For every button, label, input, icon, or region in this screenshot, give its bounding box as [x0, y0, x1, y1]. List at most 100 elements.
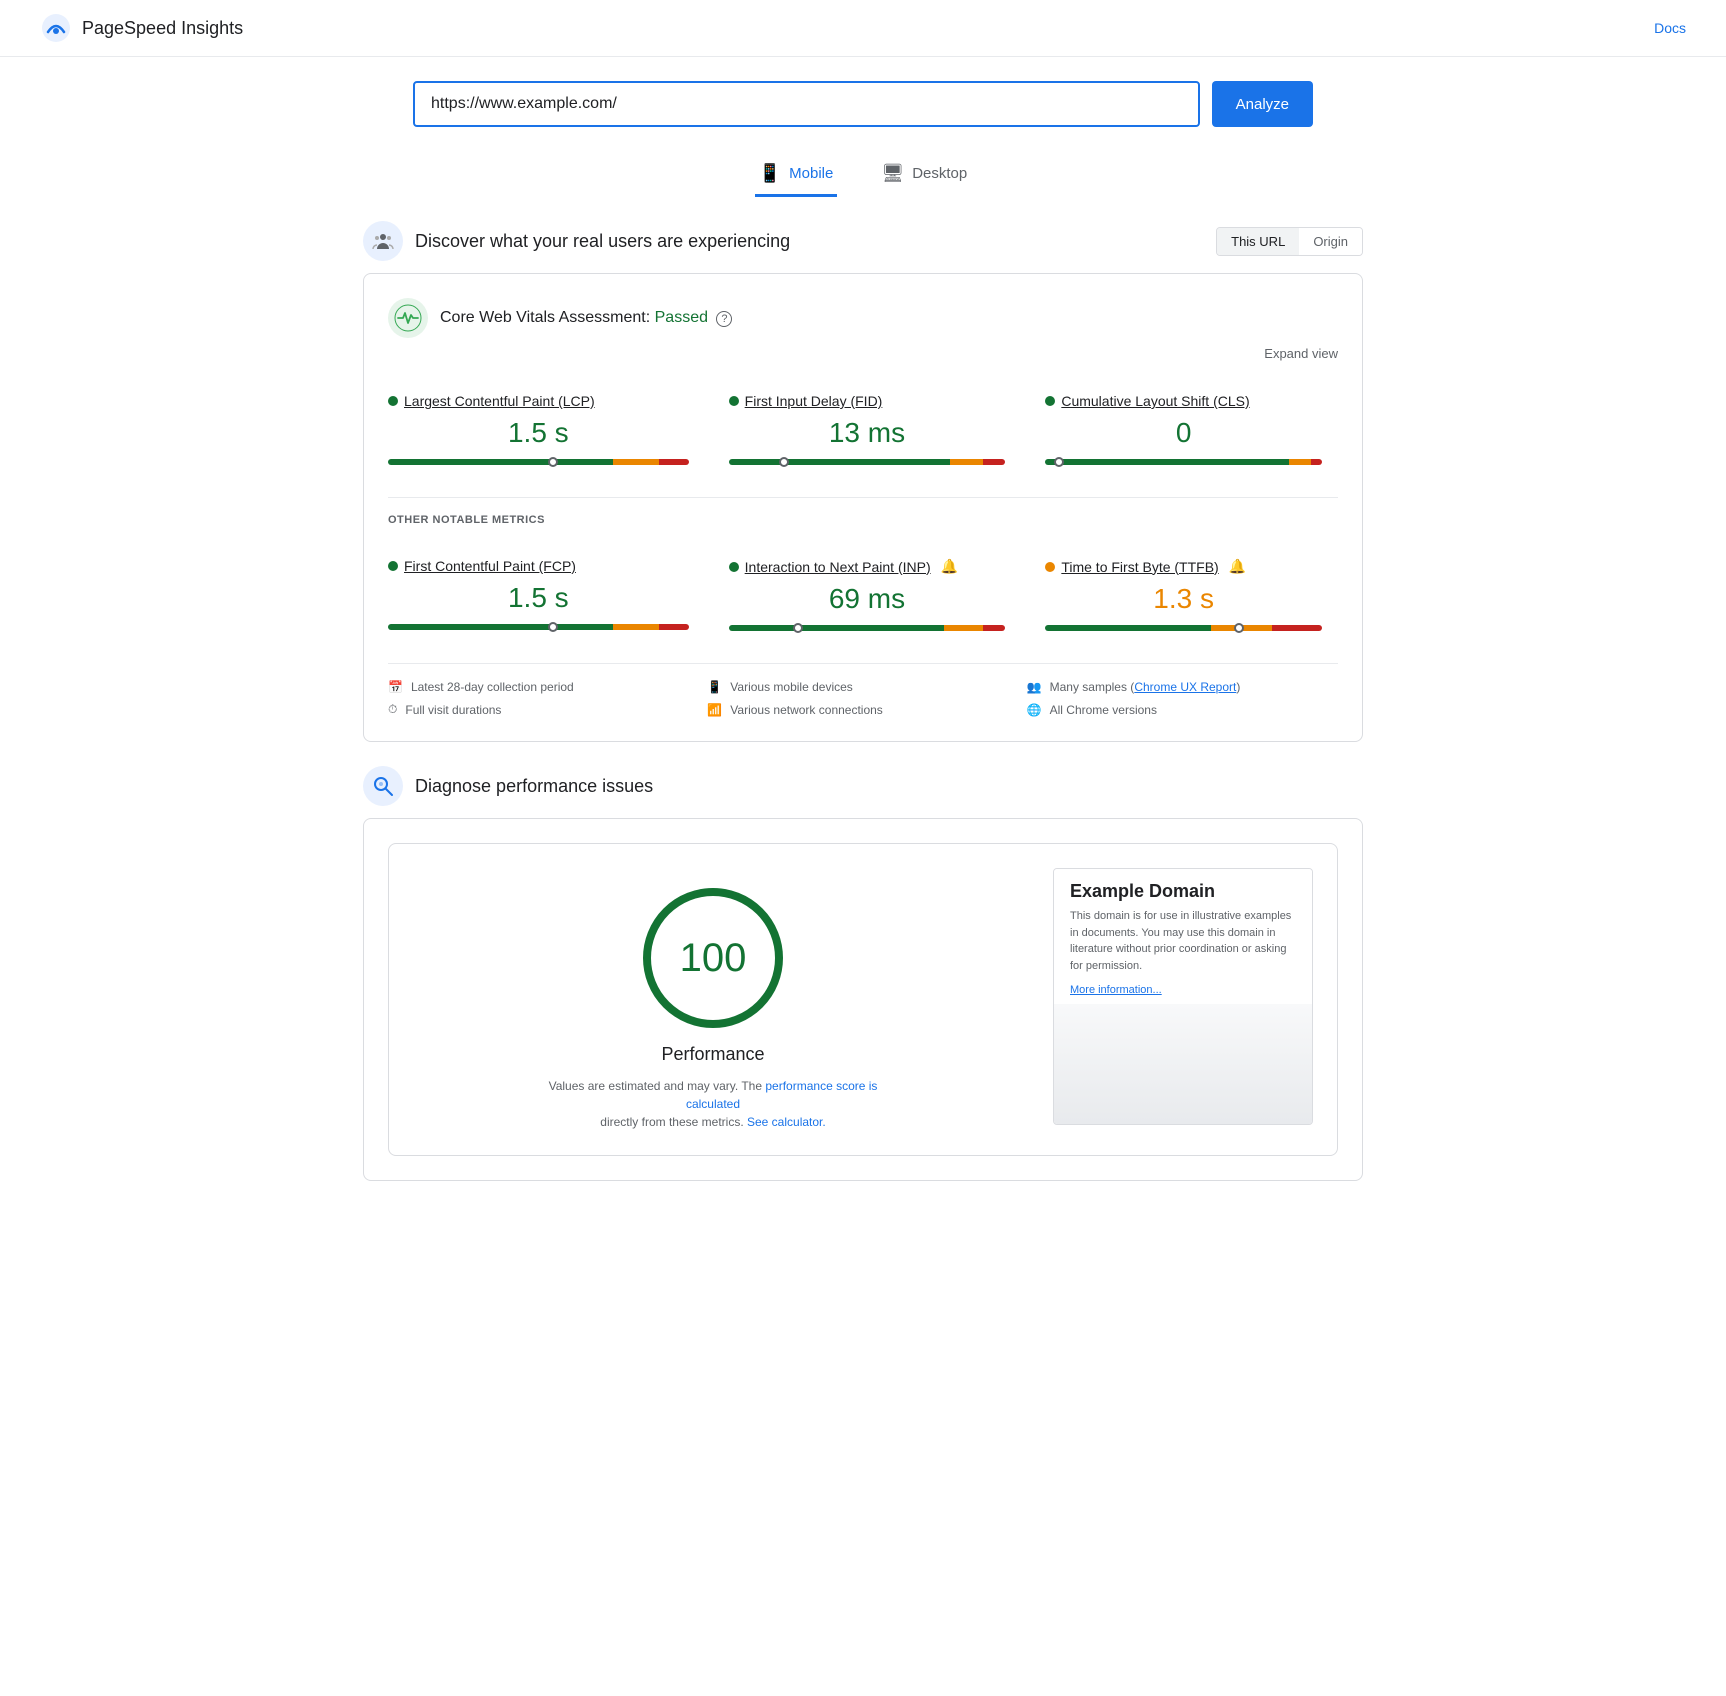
- mobile-icon: 📱: [759, 163, 781, 184]
- ttfb-seg-good: [1045, 625, 1211, 631]
- inp-seg-ok: [944, 625, 983, 631]
- calendar-icon: 📅: [388, 680, 403, 694]
- docs-link[interactable]: Docs: [1654, 20, 1686, 36]
- fcp-status-dot: [388, 561, 398, 571]
- chrome-ux-report-link[interactable]: Chrome UX Report: [1134, 680, 1236, 694]
- score-label: Performance: [661, 1044, 764, 1065]
- real-users-title-group: Discover what your real users are experi…: [363, 221, 790, 261]
- lcp-bar: [388, 459, 689, 465]
- cwv-card: Core Web Vitals Assessment: Passed ? Exp…: [363, 273, 1363, 742]
- devices-icon: 📱: [707, 680, 722, 694]
- metric-cls: Cumulative Layout Shift (CLS) 0: [1021, 377, 1338, 481]
- cls-name[interactable]: Cumulative Layout Shift (CLS): [1061, 393, 1249, 409]
- tab-mobile-label: Mobile: [789, 165, 833, 182]
- ttfb-value: 1.3 s: [1045, 583, 1322, 615]
- screenshot-card: Example Domain This domain is for use in…: [1053, 868, 1313, 1125]
- screenshot-more-link[interactable]: More information...: [1070, 984, 1162, 996]
- tab-mobile[interactable]: 📱 Mobile: [755, 155, 838, 197]
- lcp-seg-ok: [613, 459, 658, 465]
- ttfb-marker: [1234, 623, 1244, 633]
- inp-label: Interaction to Next Paint (INP) 🔔: [729, 558, 1006, 575]
- expand-view-link[interactable]: Expand view: [388, 346, 1338, 361]
- lcp-seg-poor: [659, 459, 689, 465]
- cls-label: Cumulative Layout Shift (CLS): [1045, 393, 1322, 409]
- diagnose-title-group: Diagnose performance issues: [363, 766, 653, 806]
- cls-status-dot: [1045, 396, 1055, 406]
- samples-text: Many samples (Chrome UX Report): [1050, 680, 1241, 694]
- info-chrome-versions: 🌐 All Chrome versions: [1027, 702, 1338, 717]
- perf-right: Example Domain This domain is for use in…: [1053, 868, 1313, 1125]
- lcp-status-dot: [388, 396, 398, 406]
- ttfb-label: Time to First Byte (TTFB) 🔔: [1045, 558, 1322, 575]
- toggle-this-url[interactable]: This URL: [1217, 228, 1299, 255]
- visit-duration-text: Full visit durations: [405, 703, 501, 717]
- real-users-title: Discover what your real users are experi…: [415, 231, 790, 252]
- info-devices: 📱 Various mobile devices: [707, 680, 1018, 694]
- tab-desktop[interactable]: 🖥 Desktop: [877, 155, 971, 197]
- cwv-status: Passed: [655, 309, 708, 326]
- ttfb-status-dot: [1045, 562, 1055, 572]
- metric-inp: Interaction to Next Paint (INP) 🔔 69 ms: [705, 542, 1022, 647]
- ttfb-seg-poor: [1272, 625, 1322, 631]
- chrome-icon: 🌐: [1027, 703, 1042, 717]
- fid-seg-good: [729, 459, 950, 465]
- metrics-divider: [388, 497, 1338, 498]
- main-metrics-grid: Largest Contentful Paint (LCP) 1.5 s Fir…: [388, 377, 1338, 481]
- metric-fid: First Input Delay (FID) 13 ms: [705, 377, 1022, 481]
- fcp-seg-ok: [613, 624, 658, 630]
- fcp-bar: [388, 624, 689, 630]
- fcp-name[interactable]: First Contentful Paint (FCP): [404, 558, 576, 574]
- analyze-button[interactable]: Analyze: [1212, 81, 1313, 127]
- screenshot-text: This domain is for use in illustrative e…: [1070, 908, 1296, 974]
- score-circle: 100: [643, 888, 783, 1028]
- main-content: Discover what your real users are experi…: [323, 221, 1403, 1245]
- inp-name[interactable]: Interaction to Next Paint (INP): [745, 559, 931, 575]
- device-tabs: 📱 Mobile 🖥 Desktop: [0, 155, 1726, 197]
- lcp-value: 1.5 s: [388, 417, 689, 449]
- inp-progress-track: [729, 625, 1006, 631]
- fid-name[interactable]: First Input Delay (FID): [745, 393, 883, 409]
- chrome-text: All Chrome versions: [1050, 703, 1157, 717]
- inp-status-dot: [729, 562, 739, 572]
- diagnose-header: Diagnose performance issues: [363, 766, 1363, 806]
- real-users-icon: [363, 221, 403, 261]
- screenshot-title: Example Domain: [1070, 881, 1296, 902]
- cls-seg-poor: [1311, 459, 1322, 465]
- page-header: PageSpeed Insights Docs: [0, 0, 1726, 57]
- lcp-label: Largest Contentful Paint (LCP): [388, 393, 689, 409]
- fcp-seg-poor: [659, 624, 689, 630]
- calculator-link[interactable]: See calculator.: [747, 1115, 826, 1129]
- lcp-name[interactable]: Largest Contentful Paint (LCP): [404, 393, 595, 409]
- lcp-progress-track: [388, 459, 689, 465]
- fcp-progress-track: [388, 624, 689, 630]
- other-metrics-grid: First Contentful Paint (FCP) 1.5 s Inter…: [388, 542, 1338, 647]
- fid-progress-track: [729, 459, 1006, 465]
- fid-seg-poor: [983, 459, 1005, 465]
- inp-seg-good: [729, 625, 945, 631]
- pagespeed-logo-icon: [40, 12, 72, 44]
- users-icon: [371, 229, 395, 253]
- toggle-origin[interactable]: Origin: [1299, 228, 1362, 255]
- inp-bar: [729, 625, 1006, 631]
- inp-seg-poor: [983, 625, 1005, 631]
- network-text: Various network connections: [730, 703, 883, 717]
- cls-seg-good: [1045, 459, 1288, 465]
- ttfb-name[interactable]: Time to First Byte (TTFB): [1061, 559, 1218, 575]
- cwv-header: Core Web Vitals Assessment: Passed ?: [388, 298, 1338, 338]
- url-origin-toggle[interactable]: This URL Origin: [1216, 227, 1363, 256]
- timer-icon: ⏱: [388, 702, 397, 717]
- search-section: Analyze: [0, 57, 1726, 147]
- real-users-header: Discover what your real users are experi…: [363, 221, 1363, 261]
- screenshot-header: Example Domain This domain is for use in…: [1054, 869, 1312, 1004]
- lcp-seg-good: [388, 459, 613, 465]
- tab-desktop-label: Desktop: [912, 165, 967, 182]
- diagnose-title: Diagnose performance issues: [415, 776, 653, 797]
- devices-text: Various mobile devices: [730, 680, 853, 694]
- search-row: Analyze: [413, 81, 1313, 127]
- url-input[interactable]: [413, 81, 1200, 127]
- fid-label: First Input Delay (FID): [729, 393, 1006, 409]
- cwv-help-icon[interactable]: ?: [716, 311, 732, 327]
- wifi-icon: 📶: [707, 703, 722, 717]
- heartbeat-icon: [394, 304, 422, 332]
- desktop-icon: 🖥: [881, 163, 904, 184]
